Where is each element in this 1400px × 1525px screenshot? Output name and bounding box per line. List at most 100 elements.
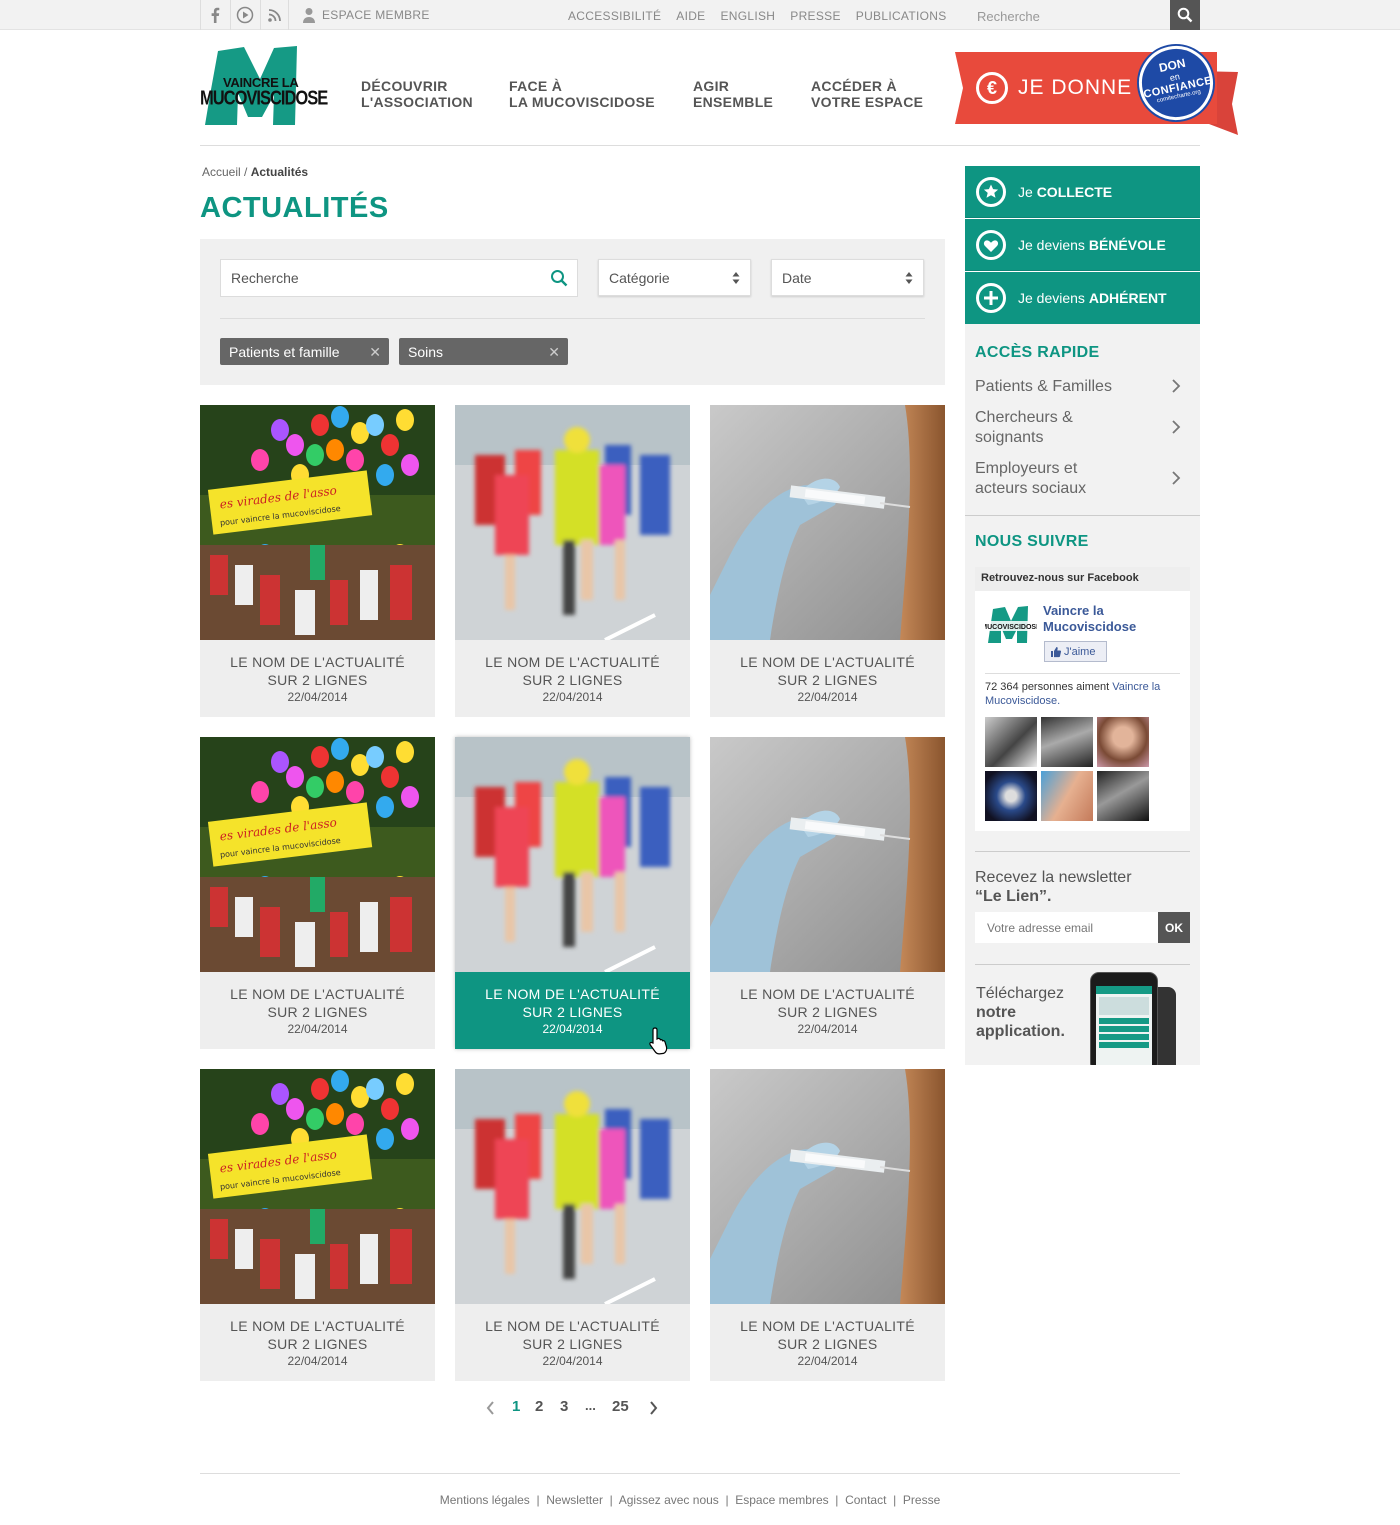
pagination-page-1[interactable]: 1 <box>512 1398 520 1415</box>
news-card-title-line2: SUR 2 LIGNES <box>267 1336 368 1352</box>
top-link-press[interactable]: PRESSE <box>790 9 841 23</box>
news-card[interactable]: LE NOM DE L'ACTUALITÉ SUR 2 LIGNES 22/04/2… <box>710 405 945 717</box>
facebook-fan-1[interactable] <box>985 717 1037 767</box>
member-space-link[interactable]: ESPACE MEMBRE <box>302 0 430 30</box>
chevron-right-icon <box>1172 420 1181 434</box>
top-search-button[interactable] <box>1170 0 1200 30</box>
footer-divider <box>200 1473 1180 1474</box>
news-card-image[interactable] <box>710 405 945 640</box>
pagination-next[interactable] <box>648 1398 658 1419</box>
smartphone-image[interactable] <box>1088 972 1182 1065</box>
footer-link-act[interactable]: Agissez avec nous <box>619 1493 719 1507</box>
quick-link-line1: Patients & Familles <box>975 378 1112 395</box>
news-card-image[interactable] <box>455 405 690 640</box>
date-select[interactable]: Date <box>771 259 924 296</box>
news-card-title[interactable]: LE NOM DE L'ACTUALITÉ SUR 2 LIGNES <box>455 985 690 1021</box>
like-count-text: 72 364 personnes aiment <box>985 681 1113 693</box>
nav-label-line1: ACCÉDER À <box>811 78 897 94</box>
page-name-line1: Vaincre la <box>1043 603 1104 618</box>
rss-icon[interactable] <box>260 0 289 30</box>
close-icon[interactable]: ✕ <box>548 344 560 361</box>
quick-link-patients[interactable]: Patients & Familles <box>975 377 1112 397</box>
top-link-accessibility[interactable]: ACCESSIBILITÉ <box>568 9 661 23</box>
sidebar-action-collect[interactable]: Je COLLECTE <box>965 166 1200 218</box>
sidebar-action-member[interactable]: Je deviens ADHÉRENT <box>965 272 1200 324</box>
news-card-image[interactable] <box>710 1069 945 1304</box>
facebook-page-name[interactable]: Vaincre la Mucoviscidose <box>1043 603 1136 635</box>
pagination-page-2[interactable]: 2 <box>535 1398 543 1415</box>
top-link-english[interactable]: ENGLISH <box>720 9 775 23</box>
pagination-page-3[interactable]: 3 <box>560 1398 568 1415</box>
news-card-image[interactable]: es virades de l'asso pour vaincre la muco… <box>200 405 435 640</box>
news-card-title-line2: SUR 2 LIGNES <box>777 672 878 688</box>
newsletter-ok-button[interactable]: OK <box>1158 912 1190 943</box>
news-card-image[interactable] <box>455 737 690 972</box>
news-card[interactable]: es virades de l'asso pour vaincre la muco… <box>200 405 435 717</box>
pagination-page-25[interactable]: 25 <box>612 1398 629 1415</box>
nav-face-disease[interactable]: FACE À LA MUCOVISCIDOSE <box>509 78 655 110</box>
donate-button[interactable]: € JE DONNE DON en CONFIANCE comitecharte… <box>955 39 1238 136</box>
news-card-image[interactable] <box>710 737 945 972</box>
category-select[interactable]: Catégorie <box>598 259 751 296</box>
news-search-input[interactable]: Recherche <box>220 259 578 297</box>
news-card-title-line2: SUR 2 LIGNES <box>522 672 623 688</box>
news-card[interactable]: LE NOM DE L'ACTUALITÉ SUR 2 LIGNES 22/04/2… <box>455 405 690 717</box>
facebook-page-logo: MUCOVISCIDOSE <box>981 605 1041 645</box>
news-card-date: 22/04/2014 <box>542 1354 603 1368</box>
news-card-title[interactable]: LE NOM DE L'ACTUALITÉ SUR 2 LIGNES <box>455 1317 690 1353</box>
news-card-title[interactable]: LE NOM DE L'ACTUALITÉ SUR 2 LIGNES <box>710 985 945 1021</box>
sidebar-action-volunteer[interactable]: Je deviens BÉNÉVOLE <box>965 219 1200 271</box>
video-play-icon[interactable] <box>230 0 259 30</box>
news-card-title[interactable]: LE NOM DE L'ACTUALITÉ SUR 2 LIGNES <box>200 985 435 1021</box>
news-card-title[interactable]: LE NOM DE L'ACTUALITÉ SUR 2 LIGNES <box>200 653 435 689</box>
news-card[interactable]: es virades de l'asso pour vaincre la muco… <box>200 737 435 1049</box>
news-card[interactable]: LE NOM DE L'ACTUALITÉ SUR 2 LIGNES 22/04/2… <box>710 1069 945 1381</box>
top-search-input[interactable]: Recherche <box>977 9 1040 24</box>
pagination-prev[interactable] <box>486 1398 496 1419</box>
facebook-fan-4[interactable] <box>985 771 1037 821</box>
facebook-fan-6[interactable] <box>1097 771 1149 821</box>
news-card-image[interactable]: es virades de l'asso pour vaincre la muco… <box>200 1069 435 1304</box>
sidebar-divider <box>965 515 1200 516</box>
newsletter-email-input[interactable]: Votre adresse email <box>975 912 1158 943</box>
facebook-icon[interactable] <box>200 0 229 30</box>
facebook-like-button[interactable]: J'aime <box>1044 641 1107 662</box>
top-link-help[interactable]: AIDE <box>676 9 705 23</box>
breadcrumb-home[interactable]: Accueil <box>202 165 241 179</box>
filter-tag-care[interactable]: Soins ✕ <box>399 338 568 365</box>
news-card-title[interactable]: LE NOM DE L'ACTUALITÉ SUR 2 LIGNES <box>455 653 690 689</box>
news-card-image[interactable] <box>455 1069 690 1304</box>
nav-act-together[interactable]: AGIR ENSEMBLE <box>693 78 773 110</box>
footer-link-press[interactable]: Presse <box>903 1493 940 1507</box>
news-card[interactable]: LE NOM DE L'ACTUALITÉ SUR 2 LIGNES 22/04/2… <box>455 737 690 1049</box>
site-logo[interactable]: VAINCRE LA MUCOVISCIDOSE <box>200 45 328 127</box>
quick-link-researchers[interactable]: Chercheurs & soignants <box>975 408 1073 448</box>
footer-sep: | <box>886 1493 903 1507</box>
news-card-title[interactable]: LE NOM DE L'ACTUALITÉ SUR 2 LIGNES <box>200 1317 435 1353</box>
news-card[interactable]: es virades de l'asso pour vaincre la muco… <box>200 1069 435 1381</box>
facebook-fan-5[interactable] <box>1041 771 1093 821</box>
top-link-publications[interactable]: PUBLICATIONS <box>856 9 947 23</box>
search-icon[interactable] <box>550 269 568 287</box>
news-card-title[interactable]: LE NOM DE L'ACTUALITÉ SUR 2 LIGNES <box>710 653 945 689</box>
footer-link-newsletter[interactable]: Newsletter <box>546 1493 603 1507</box>
footer-link-legal[interactable]: Mentions légales <box>440 1493 530 1507</box>
news-card[interactable]: LE NOM DE L'ACTUALITÉ SUR 2 LIGNES 22/04/2… <box>455 1069 690 1381</box>
news-card-title[interactable]: LE NOM DE L'ACTUALITÉ SUR 2 LIGNES <box>710 1317 945 1353</box>
like-count-link[interactable]: Vaincre la <box>1112 681 1160 693</box>
facebook-fan-2[interactable] <box>1041 717 1093 767</box>
nav-discover-association[interactable]: DÉCOUVRIR L'ASSOCIATION <box>361 78 473 110</box>
app-download-text[interactable]: Téléchargez notre application. <box>976 984 1065 1041</box>
facebook-fan-3[interactable] <box>1097 717 1149 767</box>
quick-access-title: ACCÈS RAPIDE <box>975 344 1100 361</box>
news-card-image[interactable]: es virades de l'asso pour vaincre la muco… <box>200 737 435 972</box>
quick-link-employers[interactable]: Employeurs et acteurs sociaux <box>975 459 1086 499</box>
filter-tag-patients[interactable]: Patients et famille ✕ <box>220 338 389 365</box>
like-count-link[interactable]: Mucoviscidose. <box>985 695 1060 707</box>
footer-link-members[interactable]: Espace membres <box>735 1493 828 1507</box>
logo-line2: MUCOVISCIDOSE <box>200 87 328 110</box>
footer-link-contact[interactable]: Contact <box>845 1493 886 1507</box>
news-card[interactable]: LE NOM DE L'ACTUALITÉ SUR 2 LIGNES 22/04/2… <box>710 737 945 1049</box>
close-icon[interactable]: ✕ <box>369 344 381 361</box>
nav-access-space[interactable]: ACCÉDER À VOTRE ESPACE <box>811 78 923 110</box>
